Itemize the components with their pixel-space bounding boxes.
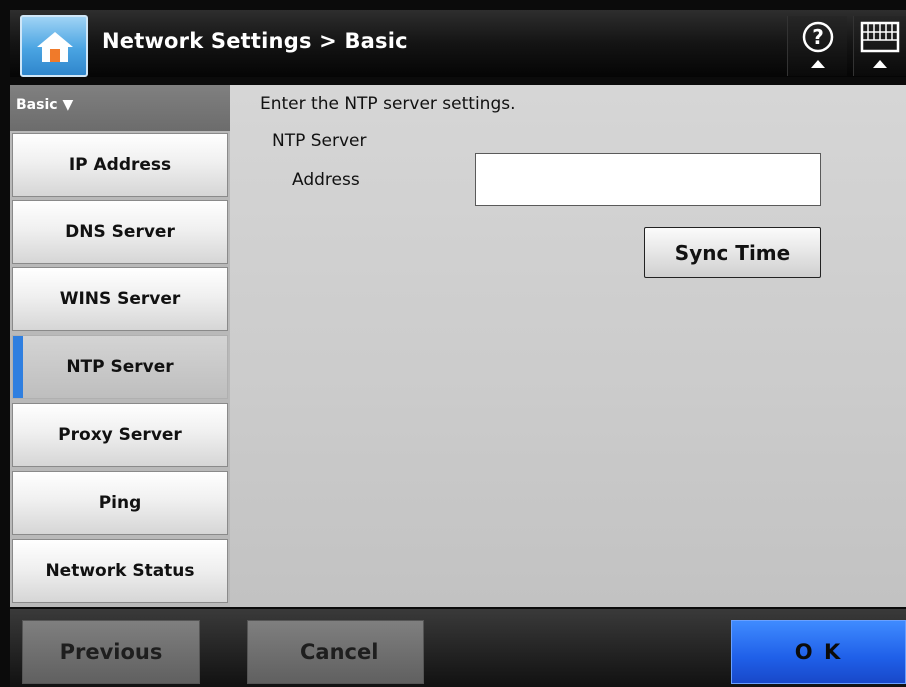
sidebar-item-label: Ping (98, 493, 142, 513)
sidebar-item-label: Network Status (45, 561, 195, 581)
keyboard-icon (860, 21, 900, 68)
sidebar-item-ip-address[interactable]: IP Address (12, 133, 228, 197)
sidebar-item-ntp-server[interactable]: NTP Server (12, 335, 228, 399)
sync-time-button[interactable]: Sync Time (644, 227, 821, 278)
home-icon (37, 32, 73, 62)
sidebar-section-label: Basic (16, 97, 58, 113)
home-button[interactable] (20, 15, 88, 77)
footer-bar: Previous Cancel O K (10, 609, 906, 687)
sidebar-item-wins-server[interactable]: WINS Server (12, 267, 228, 331)
ok-button[interactable]: O K (731, 620, 906, 684)
question-icon: ? (802, 21, 833, 68)
sidebar-item-label: DNS Server (65, 222, 175, 242)
svg-text:?: ? (812, 25, 824, 49)
sidebar-item-ping[interactable]: Ping (12, 471, 228, 535)
previous-button[interactable]: Previous (22, 620, 200, 684)
sidebar: Basic ▼ IP Address DNS Server WINS Serve… (10, 85, 230, 607)
ntp-address-input[interactable] (475, 153, 821, 206)
sidebar-item-label: WINS Server (59, 289, 181, 309)
sidebar-section-toggle[interactable]: Basic ▼ (10, 85, 230, 131)
sidebar-item-label: Proxy Server (58, 425, 182, 445)
active-indicator (13, 336, 23, 398)
help-button[interactable]: ? (787, 16, 847, 76)
keyboard-button[interactable] (853, 16, 906, 76)
sidebar-item-label: NTP Server (66, 357, 174, 377)
sidebar-item-label: IP Address (68, 155, 172, 175)
chevron-down-icon: ▼ (62, 97, 74, 113)
app-frame: Network Settings > Basic ? Basic ▼ IP Ad… (0, 0, 906, 687)
sidebar-item-dns-server[interactable]: DNS Server (12, 200, 228, 264)
cancel-button[interactable]: Cancel (247, 620, 424, 684)
instruction-text: Enter the NTP server settings. (260, 94, 516, 114)
page-title: Network Settings > Basic (102, 29, 408, 53)
address-label: Address (292, 170, 360, 190)
sidebar-item-proxy-server[interactable]: Proxy Server (12, 403, 228, 467)
content-panel: Enter the NTP server settings. NTP Serve… (230, 85, 906, 607)
header-bar: Network Settings > Basic ? (10, 10, 906, 77)
sidebar-item-network-status[interactable]: Network Status (12, 539, 228, 603)
ntp-server-section-label: NTP Server (272, 131, 367, 151)
